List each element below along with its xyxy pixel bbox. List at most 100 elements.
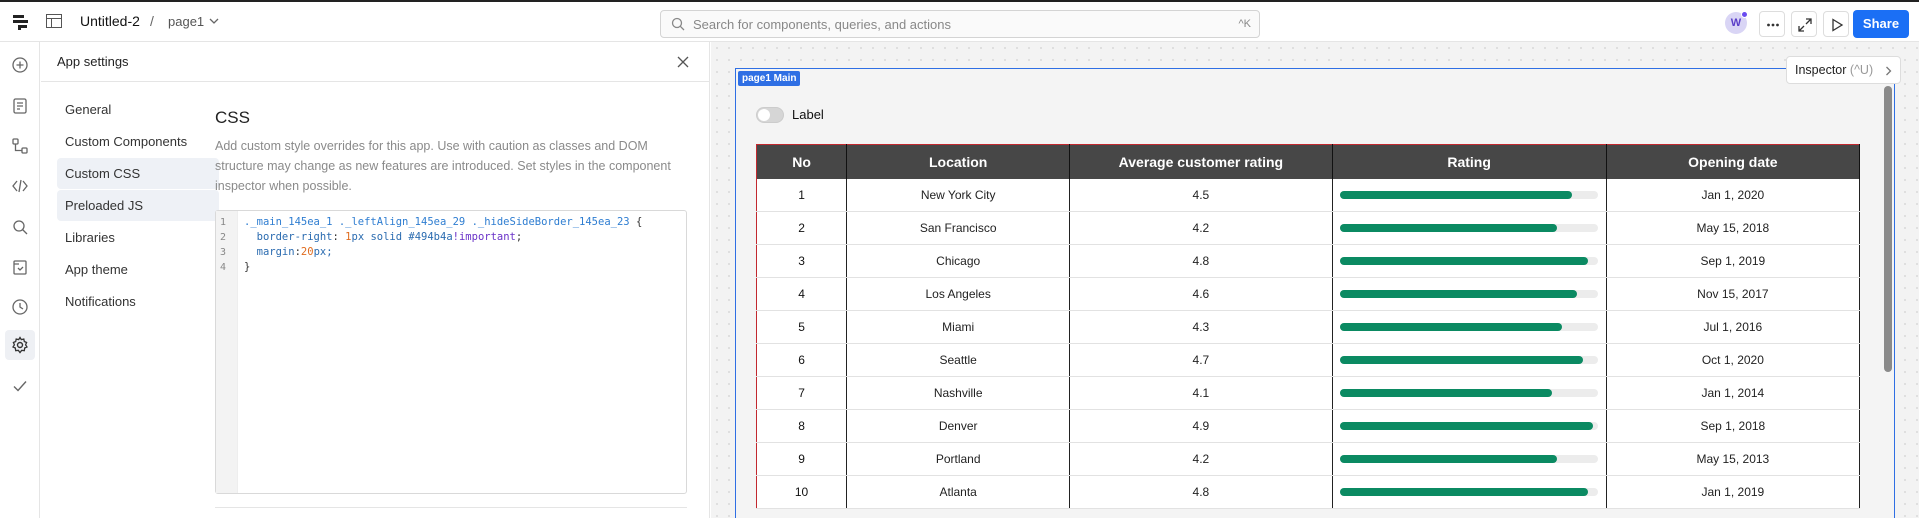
cell-location[interactable]: Denver (846, 409, 1071, 443)
nav-item-notifications[interactable]: Notifications (57, 286, 219, 317)
inspector-button[interactable]: Inspector (^U) (1786, 56, 1901, 84)
css-code-editor[interactable]: 1 2 3 4 ._main_145ea_1 ._leftAlign_145ea… (215, 210, 687, 494)
nav-item-app-theme[interactable]: App theme (57, 254, 219, 285)
expand-button[interactable] (1791, 11, 1817, 37)
cell-opening-date[interactable]: May 15, 2013 (1606, 442, 1861, 476)
frame-tag[interactable]: page1 Main (738, 71, 801, 86)
cell-rating[interactable] (1332, 442, 1607, 476)
cell-opening-date[interactable]: Sep 1, 2019 (1606, 244, 1861, 278)
table-row[interactable]: 10 Atlanta 4.8 Jan 1, 2019 (756, 475, 1861, 509)
cell-opening-date[interactable]: Oct 1, 2020 (1606, 343, 1861, 377)
nav-item-general[interactable]: General (57, 94, 219, 125)
cell-average-rating[interactable]: 4.7 (1069, 343, 1333, 377)
gear-icon[interactable] (11, 336, 29, 354)
cell-no[interactable]: 6 (756, 343, 848, 377)
cell-no[interactable]: 4 (756, 277, 848, 311)
column-header[interactable]: No (756, 144, 848, 179)
search-icon[interactable] (11, 218, 29, 236)
cell-location[interactable]: Miami (846, 310, 1071, 344)
history-icon[interactable] (11, 298, 29, 316)
cell-rating[interactable] (1332, 376, 1607, 410)
cell-opening-date[interactable]: Jan 1, 2020 (1606, 178, 1861, 212)
cell-opening-date[interactable]: Nov 15, 2017 (1606, 277, 1861, 311)
cell-rating[interactable] (1332, 244, 1607, 278)
document-icon[interactable] (11, 97, 29, 115)
cell-location[interactable]: Los Angeles (846, 277, 1071, 311)
column-header[interactable]: Rating (1332, 144, 1607, 179)
cell-location[interactable]: Nashville (846, 376, 1071, 410)
more-button[interactable] (1759, 11, 1785, 37)
table-row[interactable]: 1 New York City 4.5 Jan 1, 2020 (756, 178, 1861, 212)
cell-no[interactable]: 9 (756, 442, 848, 476)
nav-item-preloaded-js[interactable]: Preloaded JS (57, 190, 219, 221)
share-button[interactable]: Share (1853, 10, 1909, 38)
page-selector[interactable]: page1 (168, 14, 204, 29)
cell-rating[interactable] (1332, 475, 1607, 509)
app-canvas[interactable]: page1 Main Label No Location Average cus… (711, 42, 1919, 518)
cell-opening-date[interactable]: Jan 1, 2019 (1606, 475, 1861, 509)
preview-button[interactable] (1823, 11, 1849, 37)
close-icon[interactable] (676, 55, 690, 69)
cell-opening-date[interactable]: May 15, 2018 (1606, 211, 1861, 245)
table-row[interactable]: 5 Miami 4.3 Jul 1, 2016 (756, 310, 1861, 344)
cell-average-rating[interactable]: 4.9 (1069, 409, 1333, 443)
main-frame[interactable]: page1 Main Label No Location Average cus… (735, 68, 1895, 518)
cell-average-rating[interactable]: 4.5 (1069, 178, 1333, 212)
tree-icon[interactable] (11, 137, 29, 155)
cell-average-rating[interactable]: 4.2 (1069, 211, 1333, 245)
app-name[interactable]: Untitled-2 (80, 13, 140, 29)
cell-average-rating[interactable]: 4.1 (1069, 376, 1333, 410)
column-header[interactable]: Location (846, 144, 1071, 179)
cell-rating[interactable] (1332, 409, 1607, 443)
cell-average-rating[interactable]: 4.2 (1069, 442, 1333, 476)
cell-rating[interactable] (1332, 310, 1607, 344)
canvas-scrollbar[interactable] (1884, 86, 1892, 372)
retool-logo-icon[interactable] (12, 13, 30, 31)
cell-location[interactable]: Seattle (846, 343, 1071, 377)
cell-location[interactable]: Chicago (846, 244, 1071, 278)
cell-location[interactable]: Portland (846, 442, 1071, 476)
table-row[interactable]: 3 Chicago 4.8 Sep 1, 2019 (756, 244, 1861, 278)
state-icon[interactable] (11, 258, 29, 276)
table-row[interactable]: 9 Portland 4.2 May 15, 2013 (756, 442, 1861, 476)
check-icon[interactable] (11, 377, 29, 395)
cell-no[interactable]: 7 (756, 376, 848, 410)
table-row[interactable]: 2 San Francisco 4.2 May 15, 2018 (756, 211, 1861, 245)
cell-rating[interactable] (1332, 277, 1607, 311)
search-bar[interactable]: Search for components, queries, and acti… (660, 10, 1260, 38)
cell-no[interactable]: 5 (756, 310, 848, 344)
cell-location[interactable]: Atlanta (846, 475, 1071, 509)
column-header[interactable]: Opening date (1606, 144, 1861, 179)
cell-average-rating[interactable]: 4.8 (1069, 475, 1333, 509)
layout-icon[interactable] (46, 14, 62, 28)
cell-rating[interactable] (1332, 178, 1607, 212)
switch-toggle[interactable] (756, 107, 784, 123)
cell-opening-date[interactable]: Jul 1, 2016 (1606, 310, 1861, 344)
cell-rating[interactable] (1332, 211, 1607, 245)
nav-item-custom-css[interactable]: Custom CSS (57, 158, 219, 189)
column-header[interactable]: Average customer rating (1069, 144, 1333, 179)
cell-opening-date[interactable]: Jan 1, 2014 (1606, 376, 1861, 410)
cell-average-rating[interactable]: 4.8 (1069, 244, 1333, 278)
cell-no[interactable]: 1 (756, 178, 848, 212)
cell-no[interactable]: 10 (756, 475, 848, 509)
nav-item-custom-components[interactable]: Custom Components (57, 126, 219, 157)
plus-circle-icon[interactable] (11, 56, 29, 74)
cell-no[interactable]: 2 (756, 211, 848, 245)
cell-no[interactable]: 3 (756, 244, 848, 278)
cell-opening-date[interactable]: Sep 1, 2018 (1606, 409, 1861, 443)
chevron-down-icon[interactable] (209, 17, 219, 25)
cell-location[interactable]: San Francisco (846, 211, 1071, 245)
table-row[interactable]: 6 Seattle 4.7 Oct 1, 2020 (756, 343, 1861, 377)
code-icon[interactable] (11, 177, 29, 195)
cell-average-rating[interactable]: 4.6 (1069, 277, 1333, 311)
cell-no[interactable]: 8 (756, 409, 848, 443)
cell-rating[interactable] (1332, 343, 1607, 377)
avatar[interactable]: W (1725, 11, 1748, 34)
table-row[interactable]: 4 Los Angeles 4.6 Nov 15, 2017 (756, 277, 1861, 311)
table-row[interactable]: 8 Denver 4.9 Sep 1, 2018 (756, 409, 1861, 443)
locations-table[interactable]: No Location Average customer rating Rati… (756, 144, 1861, 509)
cell-location[interactable]: New York City (846, 178, 1071, 212)
cell-average-rating[interactable]: 4.3 (1069, 310, 1333, 344)
table-row[interactable]: 7 Nashville 4.1 Jan 1, 2014 (756, 376, 1861, 410)
